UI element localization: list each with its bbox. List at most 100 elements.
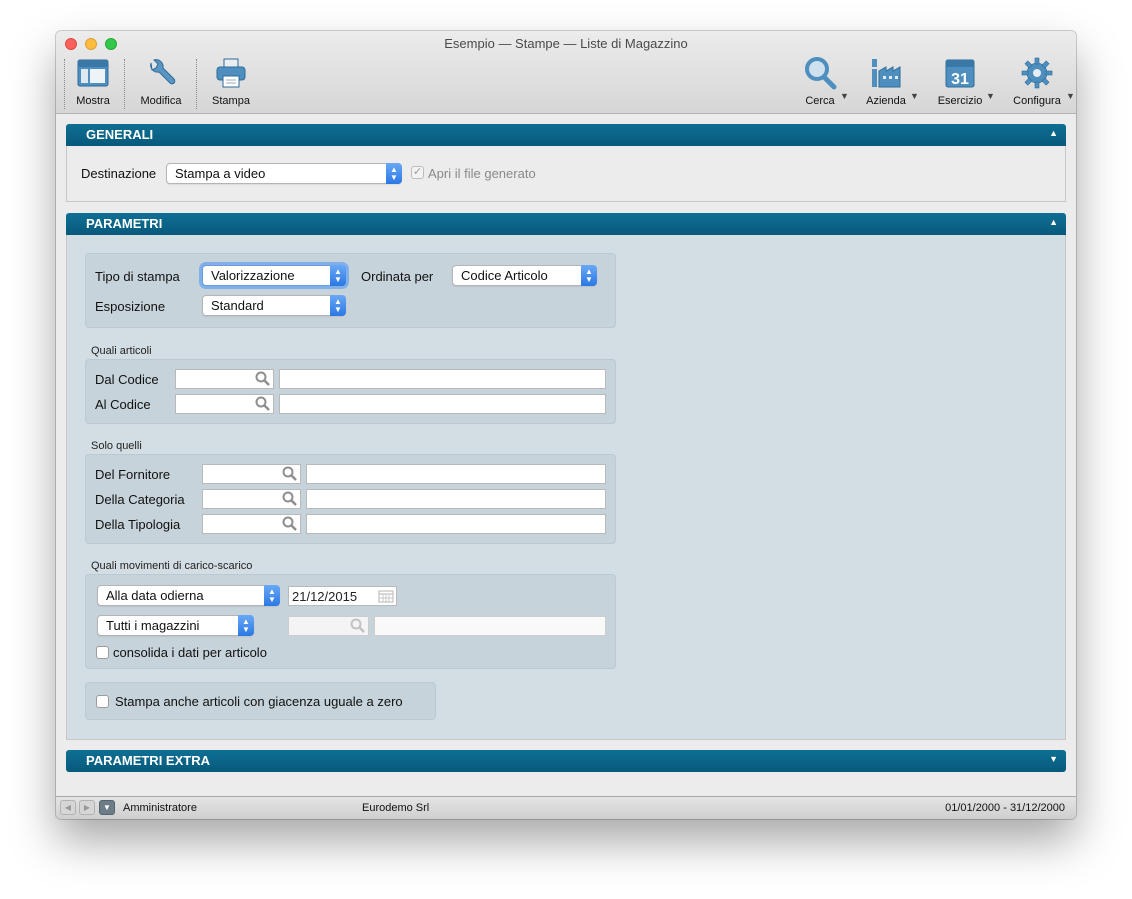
magnifier-icon [803, 55, 837, 91]
content-area: GENERALI ▲ Destinazione Stampa a video ▲… [56, 115, 1076, 796]
esposizione-value: Standard [211, 298, 264, 313]
consolida-label: consolida i dati per articolo [113, 645, 267, 660]
ordinata-per-popup[interactable]: Codice Articolo ▲ ▼ [452, 265, 597, 286]
lookup-magnifier-icon[interactable] [255, 396, 271, 412]
title-bar: Esempio — Stampe — Liste di Magazzino Mo… [56, 31, 1076, 114]
mostra-label: Mostra [76, 95, 110, 107]
chevron-updown-icon: ▲ ▼ [330, 295, 346, 316]
apri-file-label: Apri il file generato [428, 166, 536, 181]
parametri-title: PARAMETRI [86, 216, 163, 231]
configura-button[interactable]: Configura [1010, 55, 1064, 111]
categoria-label: Della Categoria [95, 492, 185, 507]
giacenza-zero-group: Stampa anche articoli con giacenza ugual… [85, 682, 436, 720]
data-mode-value: Alla data odierna [106, 588, 204, 603]
quali-articoli-title: Quali articoli [91, 345, 152, 357]
data-mode-popup[interactable]: Alla data odierna ▲ ▼ [97, 585, 280, 606]
esercizio-label: Esercizio [937, 95, 983, 107]
chevron-updown-icon: ▲ ▼ [330, 265, 346, 286]
azienda-button[interactable]: Azienda [864, 55, 908, 111]
cerca-label: Cerca [805, 95, 835, 107]
nav-forward-icon[interactable]: ▶ [79, 800, 95, 815]
tipologia-description-field[interactable] [306, 514, 606, 534]
magazzini-popup[interactable]: Tutti i magazzini ▲ ▼ [97, 615, 254, 636]
toolbar-separator [124, 59, 125, 109]
destinazione-value: Stampa a video [175, 166, 266, 181]
esposizione-label: Esposizione [95, 299, 166, 314]
data-date-input[interactable]: 21/12/2015 [288, 586, 397, 606]
configura-menu-arrow-icon[interactable]: ▼ [1066, 91, 1075, 101]
magazzino-description-field [374, 616, 606, 636]
esercizio-menu-arrow-icon[interactable]: ▼ [986, 91, 995, 101]
stampa-options-group: Tipo di stampa Valorizzazione ▲ ▼ Ordinat… [85, 253, 616, 328]
destinazione-label: Destinazione [81, 166, 157, 181]
lookup-magnifier-icon[interactable] [282, 516, 298, 532]
toolbar-separator [196, 59, 197, 109]
calendar-icon: 31 [944, 55, 976, 91]
esercizio-button[interactable]: 31 Esercizio [936, 55, 984, 111]
lookup-magnifier-icon[interactable] [282, 491, 298, 507]
fornitore-label: Del Fornitore [95, 467, 171, 482]
dal-codice-description-field[interactable] [279, 369, 606, 389]
parametri-extra-title: PARAMETRI EXTRA [86, 753, 210, 768]
al-codice-description-field[interactable] [279, 394, 606, 414]
tipo-stampa-value: Valorizzazione [211, 268, 295, 283]
esposizione-popup[interactable]: Standard ▲ ▼ [202, 295, 346, 316]
status-user: Amministratore [123, 802, 197, 814]
generali-panel: Destinazione Stampa a video ▲ ▼ ✓ Apri il… [66, 146, 1066, 202]
categoria-description-field[interactable] [306, 489, 606, 509]
al-codice-label: Al Codice [95, 397, 151, 412]
lookup-magnifier-icon [350, 618, 365, 633]
chevron-updown-icon: ▲ ▼ [238, 615, 254, 636]
collapse-up-icon[interactable]: ▲ [1049, 217, 1058, 227]
wrench-icon [145, 55, 177, 91]
fornitore-input[interactable] [202, 464, 301, 484]
collapse-up-icon[interactable]: ▲ [1049, 128, 1058, 138]
dal-codice-label: Dal Codice [95, 372, 159, 387]
stampa-button[interactable]: Stampa [210, 55, 252, 111]
giacenza-zero-checkbox[interactable] [96, 695, 109, 708]
tipologia-input[interactable] [202, 514, 301, 534]
ordinata-per-label: Ordinata per [361, 269, 434, 284]
tipo-stampa-popup[interactable]: Valorizzazione ▲ ▼ [202, 265, 346, 286]
status-company: Eurodemo Srl [362, 802, 430, 814]
configura-label: Configura [1013, 95, 1061, 107]
modifica-button[interactable]: Modifica [138, 55, 184, 111]
parametri-panel: Tipo di stampa Valorizzazione ▲ ▼ Ordinat… [66, 235, 1066, 740]
calendar-day-text: 31 [951, 71, 969, 88]
nav-back-icon[interactable]: ◀ [60, 800, 76, 815]
apri-file-checkbox[interactable]: ✓ [411, 166, 424, 179]
movimenti-group: Alla data odierna ▲ ▼ 21/12/2015 Tutti i … [85, 574, 616, 669]
consolida-checkbox[interactable] [96, 646, 109, 659]
factory-icon [869, 55, 903, 91]
al-codice-input[interactable] [175, 394, 274, 414]
parametri-section-header[interactable]: PARAMETRI ▲ [66, 213, 1066, 235]
status-period: 01/01/2000 - 31/12/2000 [945, 802, 1065, 814]
calendar-grid-icon[interactable] [378, 589, 394, 605]
expand-down-icon[interactable]: ▼ [1049, 754, 1058, 764]
solo-quelli-title: Solo quelli [91, 440, 142, 452]
chevron-updown-icon: ▲ ▼ [581, 265, 597, 286]
giacenza-zero-label: Stampa anche articoli con giacenza ugual… [115, 694, 403, 709]
cerca-button[interactable]: Cerca [800, 55, 840, 111]
categoria-input[interactable] [202, 489, 301, 509]
nav-menu-icon[interactable]: ▼ [99, 800, 115, 815]
movimenti-title: Quali movimenti di carico-scarico [91, 560, 253, 572]
generali-section-header[interactable]: GENERALI ▲ [66, 124, 1066, 146]
layout-icon [77, 55, 109, 91]
chevron-updown-icon: ▲ ▼ [264, 585, 280, 606]
stampa-label: Stampa [212, 95, 250, 107]
dal-codice-input[interactable] [175, 369, 274, 389]
destinazione-popup[interactable]: Stampa a video ▲ ▼ [166, 163, 402, 184]
magazzini-value: Tutti i magazzini [106, 618, 200, 633]
cerca-menu-arrow-icon[interactable]: ▼ [840, 91, 849, 101]
fornitore-description-field[interactable] [306, 464, 606, 484]
azienda-label: Azienda [866, 95, 906, 107]
parametri-extra-section-header[interactable]: PARAMETRI EXTRA ▼ [66, 750, 1066, 772]
lookup-magnifier-icon[interactable] [282, 466, 298, 482]
lookup-magnifier-icon[interactable] [255, 371, 271, 387]
gear-icon [1021, 55, 1053, 91]
toolbar-separator [64, 59, 65, 109]
azienda-menu-arrow-icon[interactable]: ▼ [910, 91, 919, 101]
mostra-button[interactable]: Mostra [74, 55, 112, 111]
tipo-stampa-label: Tipo di stampa [95, 269, 180, 284]
